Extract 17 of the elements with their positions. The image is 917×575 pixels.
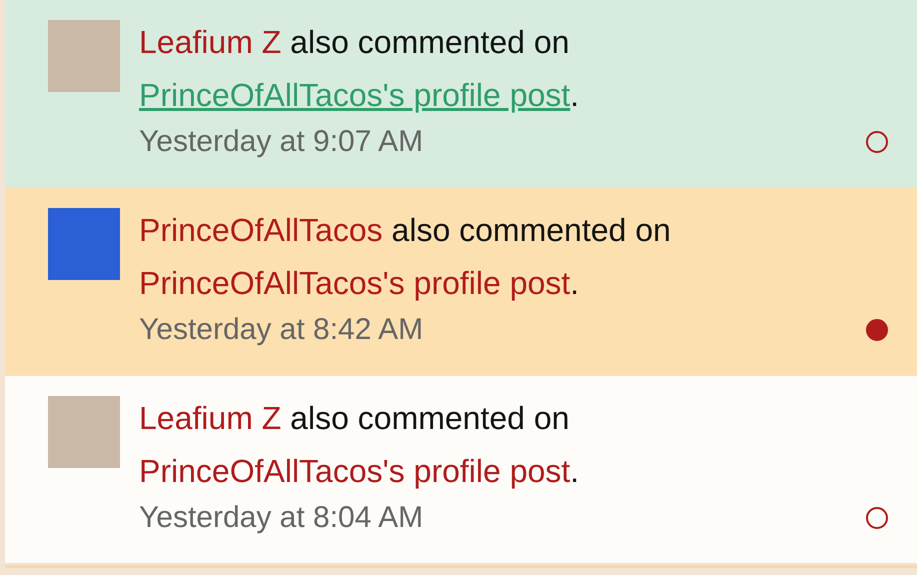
notification-text: PrinceOfAllTacos also commented on PrinceOfAllTacos's profile post. <box>139 211 672 303</box>
post-link[interactable]: PrinceOfAllTacos's profile post <box>139 265 570 301</box>
user-link[interactable]: Leafium Z <box>139 24 282 60</box>
read-circle-icon[interactable] <box>866 131 888 153</box>
unread-dot-icon[interactable] <box>866 319 888 341</box>
notification-text: Leafium Z also commented on PrinceOfAllTacos's profile post. <box>139 399 580 491</box>
notification-text: Leafium Z also commented on PrinceOfAllTacos's profile post. <box>139 23 580 115</box>
timestamp: Yesterday at 8:42 AM <box>139 312 424 348</box>
notification-item[interactable]: Leafium Z also commented on PrinceOfAllTacos's profile post. Yesterday at 8:04 AM <box>5 376 917 564</box>
read-circle-icon[interactable] <box>866 507 888 529</box>
timestamp: Yesterday at 8:04 AM <box>139 500 424 536</box>
timestamp: Yesterday at 9:07 AM <box>139 124 424 160</box>
notification-item[interactable]: Leafium Z also commented on PrinceOfAllTacos's profile post. Yesterday at 9:07 AM <box>5 0 917 188</box>
user-link[interactable]: PrinceOfAllTacos <box>139 212 383 248</box>
post-link[interactable]: PrinceOfAllTacos's profile post <box>139 453 570 489</box>
user-link[interactable]: Leafium Z <box>139 400 282 436</box>
notification-item[interactable]: PrinceOfAllTacos also commented on PrinceOfAllTacos's profile post. Yesterday at 8:42 AM <box>5 188 917 376</box>
